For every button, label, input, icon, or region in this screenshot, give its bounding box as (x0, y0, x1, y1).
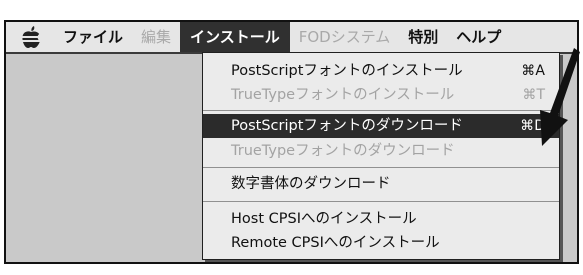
menu-item-download-postscript[interactable]: PostScriptフォントのダウンロード ⌘D (203, 114, 559, 138)
menu-item-label: 数字書体のダウンロード (231, 176, 391, 192)
menu-file[interactable]: ファイル (54, 22, 132, 52)
install-dropdown-menu: PostScriptフォントのインストール ⌘A TrueTypeフォントのイン… (202, 52, 560, 260)
menu-bar: ファイル 編集 インストール FODシステム 特別 ヘルプ (6, 22, 577, 54)
menu-item-label: TrueTypeフォントのインストール (231, 87, 455, 103)
menu-item-label: PostScriptフォントのインストール (231, 63, 463, 79)
menu-item-install-host-cpsi[interactable]: Host CPSIへのインストール (203, 207, 559, 231)
menu-separator (203, 110, 559, 111)
menu-separator (203, 201, 559, 202)
menu-item-install-truetype[interactable]: TrueTypeフォントのインストール ⌘T (203, 83, 559, 107)
menu-item-label: Remote CPSIへのインストール (231, 235, 440, 251)
menu-special[interactable]: 特別 (399, 22, 447, 52)
menu-item-label: PostScriptフォントのダウンロード (231, 118, 463, 134)
menu-item-install-postscript[interactable]: PostScriptフォントのインストール ⌘A (203, 59, 559, 83)
apple-logo-icon[interactable] (14, 22, 48, 52)
menu-edit[interactable]: 編集 (132, 22, 180, 52)
menu-install[interactable]: インストール (180, 22, 290, 52)
menu-item-label: TrueTypeフォントのダウンロード (231, 143, 455, 159)
menu-separator (203, 167, 559, 168)
screen-frame: ファイル 編集 インストール FODシステム 特別 ヘルプ PostScript… (4, 20, 579, 264)
menu-fod-system[interactable]: FODシステム (290, 22, 400, 52)
menu-help[interactable]: ヘルプ (447, 22, 510, 52)
menu-item-download-numeral-fonts[interactable]: 数字書体のダウンロード (203, 172, 559, 196)
menu-item-download-truetype[interactable]: TrueTypeフォントのダウンロード (203, 139, 559, 163)
arrow-pointer-icon (540, 48, 580, 146)
menu-item-install-remote-cpsi[interactable]: Remote CPSIへのインストール (203, 231, 559, 255)
menu-item-label: Host CPSIへのインストール (231, 211, 417, 227)
